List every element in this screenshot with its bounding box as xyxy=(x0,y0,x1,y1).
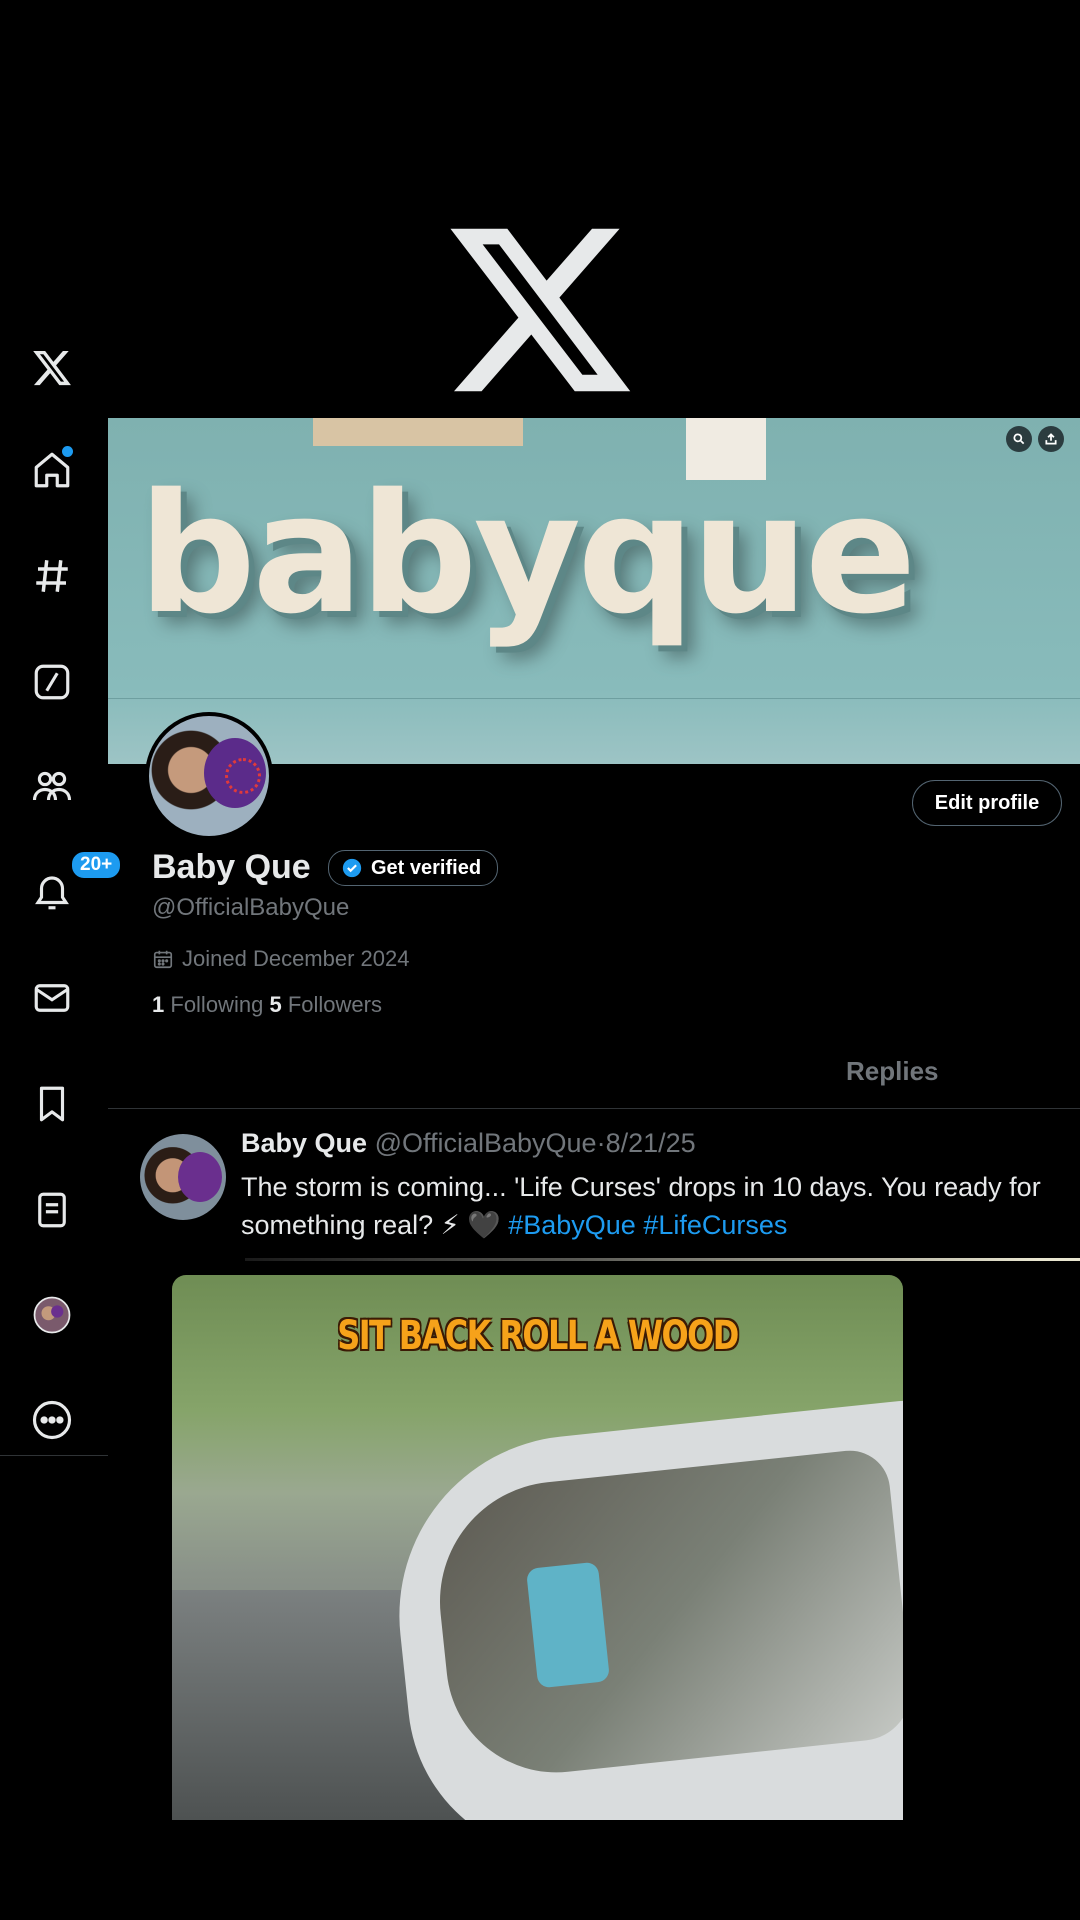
lists-icon[interactable] xyxy=(22,1180,82,1240)
explore-icon[interactable] xyxy=(22,546,82,606)
tabs-divider xyxy=(108,1108,1080,1109)
banner-text: babyque xyxy=(138,458,917,650)
verified-badge-icon xyxy=(342,858,362,878)
more-icon[interactable] xyxy=(22,1390,82,1450)
sidebar-nav: 20+ xyxy=(0,320,123,1456)
tweet-author-avatar[interactable] xyxy=(140,1134,226,1220)
tweet-text: The storm is coming... 'Life Curses' dro… xyxy=(241,1168,1071,1244)
tweet-author-handle[interactable]: @OfficialBabyQue xyxy=(375,1128,597,1158)
banner-share-icon[interactable] xyxy=(1038,426,1064,452)
tweet-author-name[interactable]: Baby Que xyxy=(241,1128,367,1158)
home-notification-dot xyxy=(62,446,73,457)
tweet-body: The storm is coming... 'Life Curses' dro… xyxy=(241,1172,1041,1240)
media-phone xyxy=(525,1561,611,1689)
hashtag-babyque[interactable]: #BabyQue xyxy=(508,1210,636,1240)
banner-search-icon[interactable] xyxy=(1006,426,1032,452)
follow-stats: 1 Following 5 Followers xyxy=(152,992,382,1018)
profile-avatar-icon[interactable] xyxy=(22,1285,82,1345)
media-mirror-glass xyxy=(428,1446,903,1784)
get-verified-label: Get verified xyxy=(371,856,482,879)
profile-avatar[interactable] xyxy=(145,712,273,840)
tweet-header: Baby Que @OfficialBabyQue·8/21/25 xyxy=(241,1128,696,1159)
hashtag-lifecurses[interactable]: #LifeCurses xyxy=(643,1210,787,1240)
profile-joined-date: Joined December 2024 xyxy=(152,946,409,972)
tweet-media-video[interactable]: SIT BACK ROLL A WOOD xyxy=(172,1275,903,1820)
banner-paper-decor xyxy=(313,418,523,446)
edit-profile-button[interactable]: Edit profile xyxy=(912,780,1062,826)
communities-icon[interactable] xyxy=(22,756,82,816)
following-label: Following xyxy=(170,992,264,1017)
tweet-separator: · xyxy=(596,1128,606,1158)
tweet-divider-line xyxy=(245,1258,1080,1261)
following-link[interactable]: 1 Following xyxy=(152,992,263,1017)
notifications-badge: 20+ xyxy=(70,850,123,880)
media-caption: SIT BACK ROLL A WOOD xyxy=(337,1313,739,1359)
x-logo-large xyxy=(450,228,631,392)
avatar-red-ring xyxy=(225,758,261,794)
messages-icon[interactable] xyxy=(22,968,82,1028)
grok-icon[interactable] xyxy=(22,652,82,712)
home-icon[interactable] xyxy=(22,440,82,500)
notifications-icon[interactable]: 20+ xyxy=(22,850,123,922)
followers-count: 5 xyxy=(269,992,282,1017)
joined-text: Joined December 2024 xyxy=(182,946,410,971)
following-count: 1 xyxy=(152,992,165,1017)
tweet-avatar-purple-object xyxy=(178,1152,222,1202)
followers-label: Followers xyxy=(287,992,382,1017)
get-verified-button[interactable]: Get verified xyxy=(328,850,499,886)
followers-link[interactable]: 5 Followers xyxy=(269,992,382,1017)
bookmarks-icon[interactable] xyxy=(22,1074,82,1134)
profile-display-name: Baby Que xyxy=(152,848,311,886)
tweet-date[interactable]: 8/21/25 xyxy=(606,1128,696,1158)
profile-banner[interactable]: babyque xyxy=(108,418,1080,764)
profile-handle: @OfficialBabyQue xyxy=(152,894,350,921)
banner-shelf-line xyxy=(108,698,1080,699)
x-logo-icon[interactable] xyxy=(22,338,82,398)
tab-replies[interactable]: Replies xyxy=(846,1056,939,1087)
calendar-icon xyxy=(153,950,173,969)
